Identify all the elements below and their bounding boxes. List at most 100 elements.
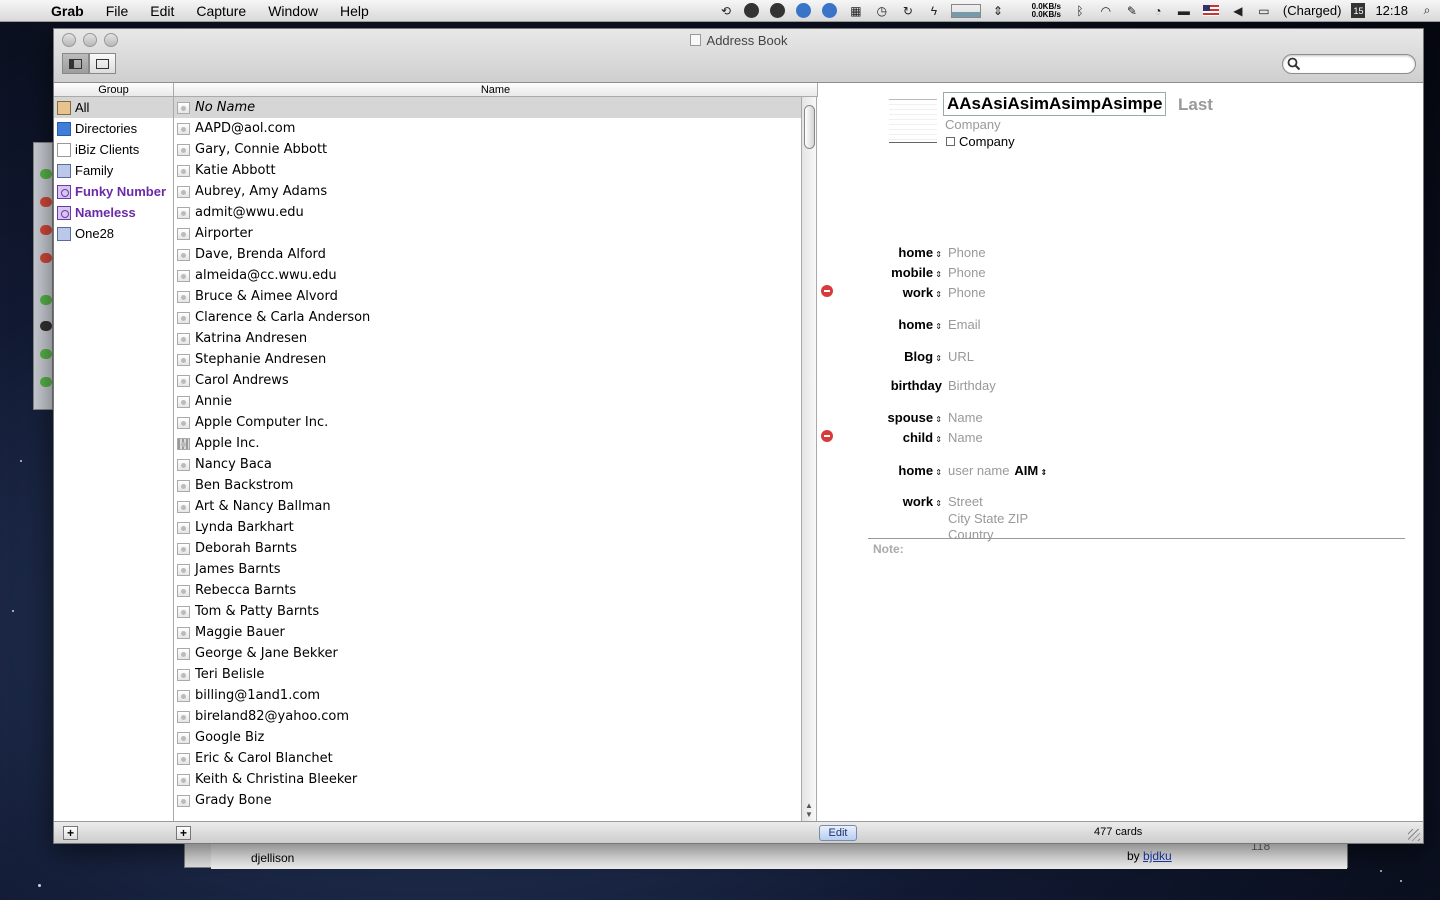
name-list-item[interactable]: Gary, Connie Abbott	[174, 139, 801, 160]
field-label-popup[interactable]: home ⇕	[818, 317, 948, 332]
power-icon[interactable]: ϟ	[923, 3, 945, 19]
name-list-item[interactable]: Teri Belisle	[174, 664, 801, 685]
resize-grip-icon[interactable]	[1408, 829, 1420, 841]
pen-icon[interactable]: ✎	[1121, 3, 1143, 19]
menu-help[interactable]: Help	[329, 3, 380, 19]
name-list-item[interactable]: George & Jane Bekker	[174, 643, 801, 664]
name-list-item[interactable]: Rebecca Barnts	[174, 580, 801, 601]
name-list-item[interactable]: Bruce & Aimee Alvord	[174, 286, 801, 307]
field-label-popup[interactable]: home ⇕	[818, 245, 948, 260]
remove-field-icon[interactable]	[821, 285, 833, 297]
name-list-item[interactable]: Eric & Carol Blanchet	[174, 748, 801, 769]
name-list-item[interactable]: AAPD@aol.com	[174, 118, 801, 139]
group-item[interactable]: All	[54, 97, 173, 118]
name-list-item[interactable]: Annie	[174, 391, 801, 412]
evernote-icon[interactable]	[819, 3, 841, 19]
last-name-field[interactable]: Last	[1178, 95, 1213, 115]
edit-button[interactable]: Edit	[819, 825, 857, 841]
volume-icon[interactable]: ◀	[1227, 3, 1249, 19]
quicksilver-icon[interactable]	[767, 3, 789, 19]
group-item[interactable]: One28	[54, 223, 173, 244]
name-list-item[interactable]: Deborah Barnts	[174, 538, 801, 559]
us-flag-icon[interactable]	[1202, 5, 1219, 16]
menu-app[interactable]: Grab	[40, 3, 95, 19]
name-list-item[interactable]: No Name	[174, 97, 801, 118]
checkbox-box[interactable]	[946, 137, 955, 146]
name-list-item[interactable]: Ben Backstrom	[174, 475, 801, 496]
group-item[interactable]: Directories	[54, 118, 173, 139]
name-list-item[interactable]: admit@wwu.edu	[174, 202, 801, 223]
field-label-popup[interactable]: birthday	[818, 378, 948, 393]
battery-icon[interactable]: ▭	[1253, 3, 1275, 19]
field-value[interactable]: Phone	[948, 245, 986, 260]
name-list-item[interactable]: James Barnts	[174, 559, 801, 580]
battery-status[interactable]: (Charged)	[1283, 3, 1342, 18]
field-value[interactable]: user name AIM ⇕	[948, 463, 1047, 478]
name-list-item[interactable]: Google Biz	[174, 727, 801, 748]
field-label-popup[interactable]: spouse ⇕	[818, 410, 948, 425]
address-line[interactable]: City State ZIP	[948, 511, 1028, 528]
card-photo[interactable]	[889, 99, 937, 143]
dropbox-icon[interactable]	[793, 3, 815, 19]
field-label-popup[interactable]: child ⇕	[818, 430, 948, 445]
field-label-popup[interactable]: work ⇕	[818, 494, 948, 544]
name-list-item[interactable]: almeida@cc.wwu.edu	[174, 265, 801, 286]
field-value[interactable]: Name	[948, 430, 983, 445]
field-value[interactable]: URL	[948, 349, 974, 364]
name-column-header[interactable]: Name	[174, 83, 818, 97]
company-field[interactable]: Company	[945, 117, 1001, 132]
name-list-item[interactable]: Clarence & Carla Anderson	[174, 307, 801, 328]
sync-icon[interactable]: ⟲	[715, 3, 737, 19]
field-value[interactable]: Street City State ZIP Country	[948, 494, 1028, 544]
gauge-icon[interactable]: ◔	[1147, 3, 1169, 19]
field-value[interactable]: Birthday	[948, 378, 996, 393]
group-item[interactable]: Funky Number	[54, 181, 173, 202]
first-name-field[interactable]: AAsAsiAsimAsimpAsimpe	[943, 92, 1167, 116]
field-value[interactable]: Phone	[948, 285, 986, 300]
view-card-button[interactable]	[89, 53, 116, 74]
group-item[interactable]: Family	[54, 160, 173, 181]
name-list-item[interactable]: Katie Abbott	[174, 160, 801, 181]
time-machine-icon[interactable]: ◷	[871, 3, 893, 19]
menu-window[interactable]: Window	[257, 3, 329, 19]
name-list-item[interactable]: Grady Bone	[174, 790, 801, 811]
group-item[interactable]: iBiz Clients	[54, 139, 173, 160]
spotlight-icon[interactable]: ⌕	[1416, 3, 1438, 19]
name-list-item[interactable]: Apple Inc.	[174, 433, 801, 454]
company-checkbox[interactable]: Company	[946, 134, 1015, 149]
menu-capture[interactable]: Capture	[185, 3, 257, 19]
name-list-item[interactable]: Apple Computer Inc.	[174, 412, 801, 433]
scroll-arrows-icon[interactable]: ▲ ▼	[805, 801, 813, 819]
name-list-item[interactable]: billing@1and1.com	[174, 685, 801, 706]
name-list-item[interactable]: Stephanie Andresen	[174, 349, 801, 370]
bluetooth-icon[interactable]: ᛒ	[1069, 3, 1091, 19]
name-list-item[interactable]: Lynda Barkhart	[174, 517, 801, 538]
name-list-item[interactable]: Art & Nancy Ballman	[174, 496, 801, 517]
byline-user-link[interactable]: bjdku	[1143, 849, 1172, 863]
name-list-item[interactable]: Maggie Bauer	[174, 622, 801, 643]
field-label-popup[interactable]: work ⇕	[818, 285, 948, 300]
name-list-item[interactable]: Aubrey, Amy Adams	[174, 181, 801, 202]
name-list-scrollbar[interactable]: ▲ ▼	[802, 97, 817, 821]
search-input[interactable]	[1282, 54, 1416, 74]
cpu-graph-icon[interactable]	[950, 3, 981, 18]
menu-clock[interactable]: 12:18	[1375, 3, 1408, 18]
add-group-button[interactable]: +	[63, 826, 78, 840]
menu-edit[interactable]: Edit	[139, 3, 185, 19]
name-list-item[interactable]: Tom & Patty Barnts	[174, 601, 801, 622]
name-list-item[interactable]: Katrina Andresen	[174, 328, 801, 349]
menu-file[interactable]: File	[95, 3, 140, 19]
address-line[interactable]: Country	[948, 527, 1028, 544]
im-service-popup[interactable]: AIM ⇕	[1014, 463, 1047, 478]
field-value[interactable]: Name	[948, 410, 983, 425]
name-list-item[interactable]: Nancy Baca	[174, 454, 801, 475]
field-value[interactable]: Phone	[948, 265, 986, 280]
name-list-item[interactable]: bireland82@yahoo.com	[174, 706, 801, 727]
group-item[interactable]: Nameless	[54, 202, 173, 223]
display-icon[interactable]: ▬	[1173, 3, 1195, 19]
updown-icon[interactable]: ⇕	[987, 3, 1009, 19]
field-label-popup[interactable]: Blog ⇕	[818, 349, 948, 364]
calendar-icon[interactable]: 15	[1351, 3, 1366, 18]
name-list-item[interactable]: Carol Andrews	[174, 370, 801, 391]
name-list-item[interactable]: Airporter	[174, 223, 801, 244]
